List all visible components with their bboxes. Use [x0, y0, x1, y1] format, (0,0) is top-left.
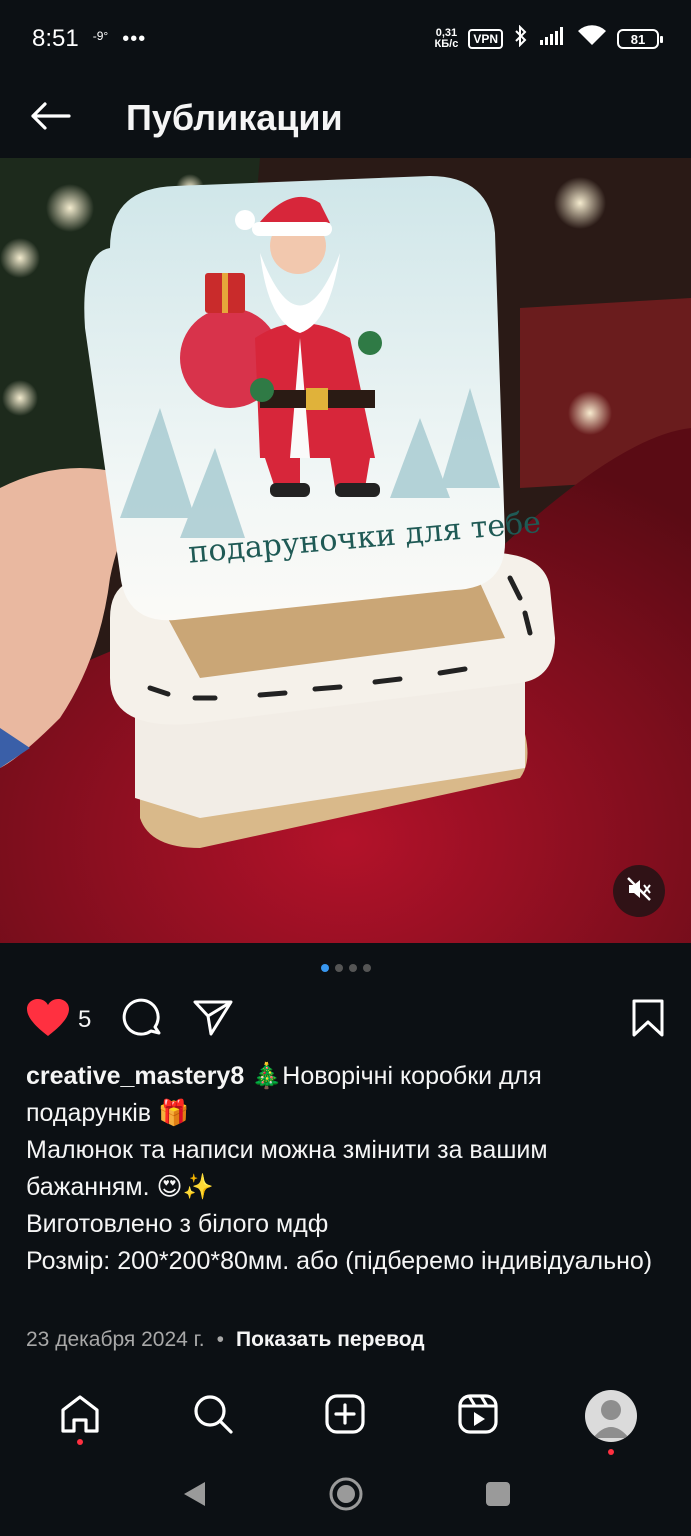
nav-search[interactable]	[178, 1381, 248, 1451]
nav-reels[interactable]	[443, 1381, 513, 1451]
home-icon	[59, 1394, 101, 1439]
signal-icon	[539, 25, 567, 53]
carousel-dot-active	[320, 964, 329, 972]
send-icon	[193, 999, 233, 1042]
caption-line: Виготовлено з білого мдф	[26, 1210, 329, 1238]
mute-button[interactable]	[613, 865, 665, 917]
system-back-button[interactable]	[181, 1480, 207, 1513]
nav-home[interactable]	[45, 1381, 115, 1451]
back-button[interactable]	[0, 78, 100, 158]
status-temperature: -9°	[92, 29, 109, 43]
heart-filled-icon	[26, 998, 70, 1043]
carousel-indicator	[0, 964, 691, 972]
page-title: Публикации	[126, 97, 343, 138]
show-translation-link[interactable]: Показать перевод	[236, 1328, 425, 1352]
like-count[interactable]: 5	[78, 1006, 91, 1034]
notification-dot	[607, 1449, 614, 1455]
like-button[interactable]	[26, 998, 70, 1043]
arrow-left-icon	[29, 101, 71, 136]
comment-icon	[121, 997, 163, 1044]
top-header: Публикации	[0, 78, 691, 158]
carousel-dot	[348, 964, 357, 972]
save-button[interactable]	[631, 999, 665, 1042]
notification-dot	[77, 1439, 84, 1445]
network-speed: 0,31 КБ/с	[435, 28, 459, 50]
speaker-muted-icon	[626, 876, 652, 907]
system-home-button[interactable]	[328, 1476, 364, 1517]
post-caption: creative_mastery8 🎄Новорічні коробки для…	[26, 1058, 666, 1280]
bottom-navigation	[0, 1376, 691, 1456]
post-actions: 5	[0, 995, 691, 1045]
bluetooth-icon	[513, 24, 529, 54]
profile-avatar	[584, 1390, 637, 1442]
system-recents-button[interactable]	[485, 1481, 511, 1512]
create-icon	[324, 1393, 366, 1440]
system-navigation	[0, 1456, 691, 1536]
post-meta: 23 декабря 2024 г. • Показать перевод	[26, 1328, 425, 1352]
nav-create[interactable]	[310, 1381, 380, 1451]
post-image: подаруночки для тебе	[0, 158, 691, 943]
meta-separator: •	[216, 1328, 224, 1351]
bookmark-icon	[631, 999, 665, 1042]
wifi-icon	[577, 24, 607, 54]
status-overflow: •••	[122, 27, 147, 50]
nav-profile[interactable]	[576, 1381, 646, 1455]
vpn-badge: VPN	[468, 29, 503, 49]
author-username[interactable]: creative_mastery8	[26, 1062, 244, 1090]
carousel-dot	[334, 964, 343, 972]
reels-icon	[457, 1393, 499, 1440]
caption-line: Малюнок та написи можна змінити за вашим…	[26, 1136, 548, 1201]
battery-indicator: 81	[617, 29, 663, 49]
search-icon	[192, 1393, 234, 1440]
network-speed-unit: КБ/с	[434, 38, 459, 50]
status-time: 8:51	[32, 25, 79, 52]
carousel-dot	[362, 964, 371, 972]
status-bar: 8:51 -9° ••• 0,31 КБ/с VPN 81	[0, 0, 691, 78]
caption-line: Розмір: 200*200*80мм. або (підберемо інд…	[26, 1247, 653, 1275]
post-date: 23 декабря 2024 г.	[26, 1328, 205, 1351]
share-button[interactable]	[193, 999, 233, 1042]
post-media[interactable]: подаруночки для тебе	[0, 158, 691, 943]
comment-button[interactable]	[121, 997, 163, 1044]
